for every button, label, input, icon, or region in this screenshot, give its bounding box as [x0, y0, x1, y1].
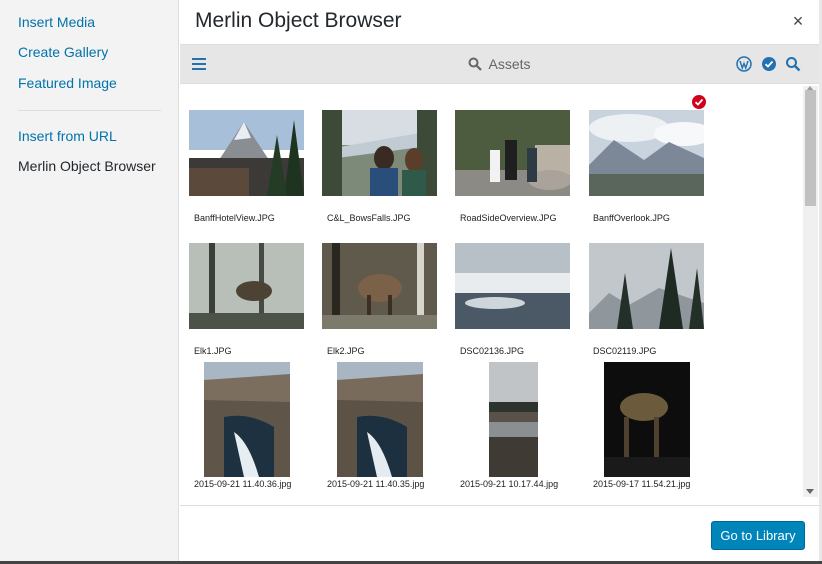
sidebar-item-insert-media[interactable]: Insert Media [18, 14, 95, 30]
close-button[interactable]: × [789, 10, 807, 32]
toolbar-heading: Assets [180, 56, 819, 74]
asset-thumbnail[interactable] [337, 362, 423, 477]
asset-grid: BanffHotelView.JPG C&L_BowsFalls.JPG Roa… [180, 86, 803, 497]
wordpress-icon[interactable] [736, 56, 752, 72]
asset-filename: 2015-09-21 11.40.35.jpg [327, 479, 425, 489]
asset-thumbnail[interactable] [322, 243, 437, 329]
sidebar-item-create-gallery[interactable]: Create Gallery [18, 44, 108, 60]
asset-thumbnail[interactable] [589, 243, 704, 329]
asset-filename: RoadSideOverview.JPG [460, 213, 557, 223]
asset-filename: 2015-09-17 11.54.21.jpg [593, 479, 691, 489]
scroll-down-arrow-icon[interactable] [806, 489, 814, 494]
asset-thumbnail[interactable] [589, 110, 704, 196]
asset-filename: Elk1.JPG [194, 346, 232, 356]
asset-thumbnail[interactable] [189, 243, 304, 329]
media-sidebar: Insert Media Create Gallery Featured Ima… [0, 0, 179, 564]
check-circle-icon[interactable] [761, 56, 777, 72]
asset-thumbnail[interactable] [489, 362, 538, 477]
asset-filename: DSC02136.JPG [460, 346, 525, 356]
asset-filename: Elk2.JPG [327, 346, 365, 356]
asset-thumbnail[interactable] [455, 110, 570, 196]
sidebar-item-featured-image[interactable]: Featured Image [18, 75, 117, 91]
search-icon [468, 57, 483, 74]
asset-filename: 2015-09-21 11.40.36.jpg [194, 479, 292, 489]
asset-filename: DSC02119.JPG [593, 346, 657, 356]
selected-check-icon[interactable] [692, 95, 706, 109]
grid-scrollbar[interactable] [803, 86, 818, 497]
asset-thumbnail[interactable] [604, 362, 690, 477]
asset-filename: 2015-09-21 10.17.44.jpg [460, 479, 559, 489]
asset-filename: C&L_BowsFalls.JPG [327, 213, 411, 223]
sidebar-item-insert-from-url[interactable]: Insert from URL [18, 128, 117, 144]
assets-toolbar: Assets [180, 44, 819, 84]
sidebar-divider [18, 110, 161, 111]
asset-thumbnail[interactable] [204, 362, 290, 477]
asset-filename: BanffOverlook.JPG [593, 213, 670, 223]
go-to-library-button[interactable]: Go to Library [711, 521, 805, 550]
sidebar-item-merlin-object-browser[interactable]: Merlin Object Browser [18, 158, 156, 174]
asset-filename: BanffHotelView.JPG [194, 213, 275, 223]
asset-thumbnail[interactable] [189, 110, 304, 196]
asset-thumbnail[interactable] [455, 243, 570, 329]
asset-thumbnail[interactable] [322, 110, 437, 196]
search-button[interactable] [785, 56, 801, 72]
modal-footer: Go to Library [180, 505, 819, 564]
page-title: Merlin Object Browser [195, 9, 402, 32]
scrollbar-thumb[interactable] [805, 90, 816, 206]
toolbar-title: Assets [488, 56, 531, 72]
